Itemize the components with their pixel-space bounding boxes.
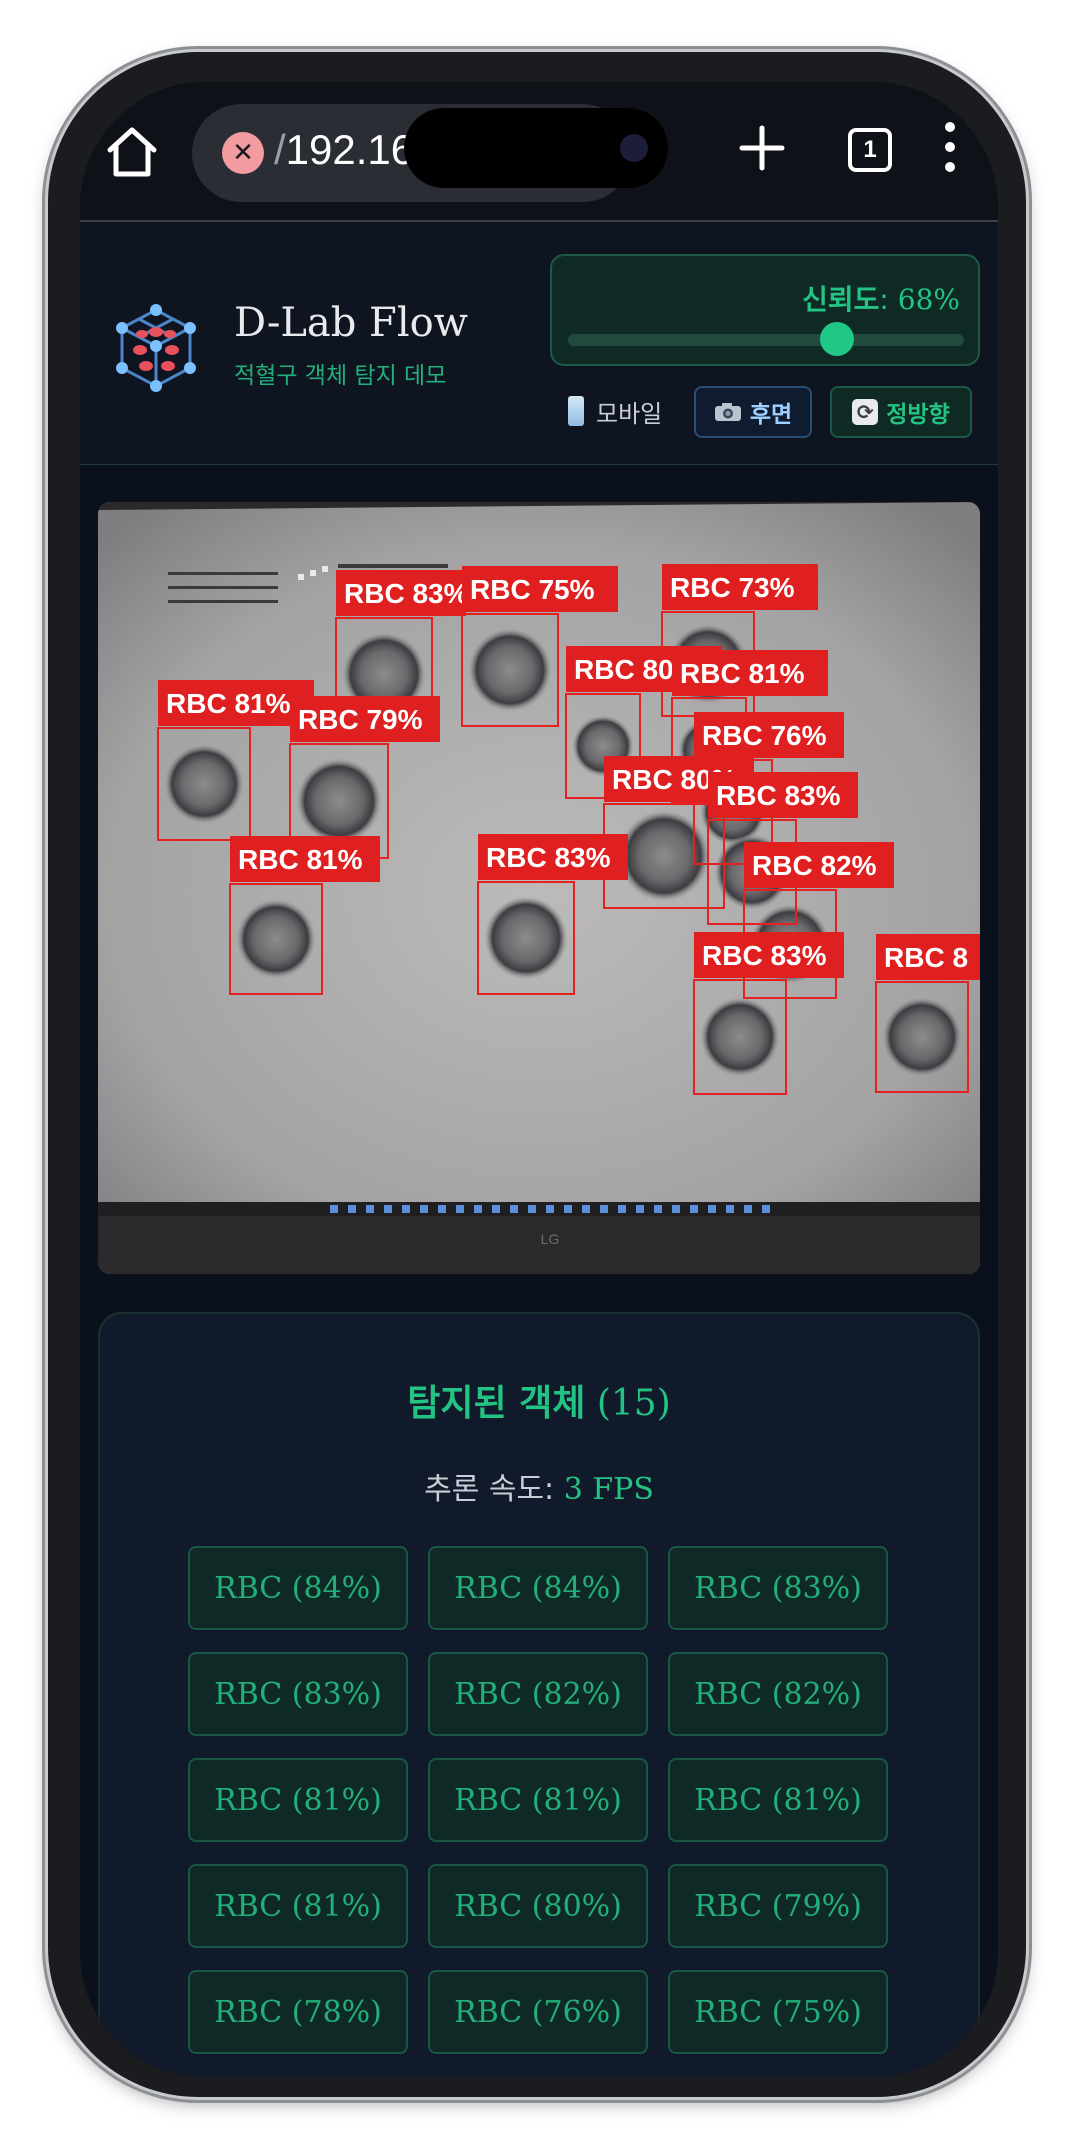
refresh-icon: ⟳	[852, 399, 879, 425]
detection-label: RBC 73%	[670, 572, 795, 603]
detection-chip: RBC (79%)	[668, 1864, 888, 1948]
detection-label: RBC 75%	[470, 574, 595, 605]
phone-screen: ✕ /192.168 1 D-Lab Flow 적혈구 객체 탐지 데모 신뢰도…	[80, 82, 998, 2077]
detection-label: RBC 83%	[702, 940, 827, 971]
detection-chip: RBC (81%)	[668, 1758, 888, 1842]
mobile-phone-icon	[568, 396, 584, 426]
cube-logo-icon	[116, 304, 196, 392]
app-header: D-Lab Flow 적혈구 객체 탐지 데모 신뢰도: 68% 모바일 후면	[80, 222, 998, 465]
detection-chip: RBC (81%)	[188, 1864, 408, 1948]
home-icon[interactable]	[102, 122, 162, 182]
red-blood-cell	[468, 628, 552, 712]
more-menu-icon[interactable]	[940, 122, 960, 182]
orientation-button[interactable]: ⟳ 정방향	[830, 386, 972, 438]
detection-chip: RBC (84%)	[428, 1546, 648, 1630]
detection-chip: RBC (81%)	[188, 1758, 408, 1842]
confidence-label: 신뢰도: 68%	[802, 283, 960, 316]
rear-camera-button[interactable]: 후면	[694, 386, 812, 438]
detection-label: RBC 83%	[486, 842, 611, 873]
detection-label: RBC 82%	[752, 850, 877, 881]
detection-chip: RBC (75%)	[668, 1970, 888, 2054]
camera-feed-canvas: LG RBC 83% RBC 75% RBC 73%RBC 81%RBC 80%RB…	[98, 502, 980, 1274]
front-camera-lens	[620, 134, 648, 162]
detection-results-panel: 탐지된 객체 (15) 추론 속도: 3 FPS RBC (84%) RBC (8…	[98, 1312, 980, 2077]
detection-chip: RBC (83%)	[668, 1546, 888, 1630]
dynamic-island	[404, 108, 668, 188]
detection-chip: RBC (84%)	[188, 1546, 408, 1630]
detection-label: RBC 81%	[238, 844, 363, 875]
red-blood-cell	[296, 758, 382, 844]
detection-chip: RBC (80%)	[428, 1864, 648, 1948]
svg-text:LG: LG	[541, 1231, 560, 1247]
detection-chip: RBC (81%)	[428, 1758, 648, 1842]
red-blood-cell	[164, 744, 244, 824]
detection-chip: RBC (76%)	[428, 1970, 648, 2054]
phone-power-button	[1026, 560, 1032, 760]
results-title: 탐지된 객체 (15)	[407, 1383, 671, 1424]
red-blood-cell	[236, 899, 316, 979]
camera-feed: LG RBC 83% RBC 75% RBC 73% RBC 81% RBC 80% RB…	[98, 502, 980, 1274]
browser-toolbar: ✕ /192.168 1	[80, 82, 998, 222]
detection-label: RBC 81%	[166, 688, 291, 719]
detection-label: RBC 81%	[680, 658, 805, 689]
confidence-slider-thumb[interactable]	[820, 322, 855, 356]
confidence-value: 68%	[897, 283, 960, 316]
site-error-icon[interactable]: ✕	[222, 132, 264, 174]
camera-mode-row: 모바일 후면 ⟳ 정방향	[568, 386, 980, 438]
orientation-label: 정방향	[886, 402, 950, 428]
red-blood-cell	[700, 997, 780, 1077]
red-blood-cell	[882, 997, 962, 1077]
app-subtitle: 적혈구 객체 탐지 데모	[234, 363, 447, 389]
rear-camera-label: 후면	[749, 402, 793, 428]
red-blood-cell	[484, 896, 568, 980]
detection-chip: RBC (82%)	[668, 1652, 888, 1736]
new-tab-plus-icon[interactable]	[732, 118, 792, 178]
detection-label: RBC 79%	[298, 704, 423, 735]
inference-speed-value: 3 FPS	[563, 1472, 654, 1507]
inference-speed: 추론 속도: 3 FPS	[424, 1472, 654, 1507]
detection-chip: RBC (78%)	[188, 1970, 408, 2054]
detection-label: RBC 83%	[344, 578, 469, 609]
detection-label: RBC 83%	[716, 780, 841, 811]
confidence-panel: 신뢰도: 68%	[550, 254, 980, 366]
red-blood-cell	[618, 810, 710, 902]
tab-switcher-button[interactable]: 1	[848, 128, 892, 172]
results-count: (15)	[596, 1383, 671, 1424]
detection-label: RBC 8	[884, 942, 968, 973]
app-title: D-Lab Flow	[234, 300, 468, 346]
confidence-slider[interactable]	[568, 322, 964, 356]
detection-label: RBC 76%	[702, 720, 827, 751]
mode-label: 모바일	[596, 400, 663, 428]
camera-icon	[714, 403, 741, 421]
detection-chip: RBC (82%)	[428, 1652, 648, 1736]
detection-chip: RBC (83%)	[188, 1652, 408, 1736]
confidence-slider-fill	[568, 334, 838, 346]
